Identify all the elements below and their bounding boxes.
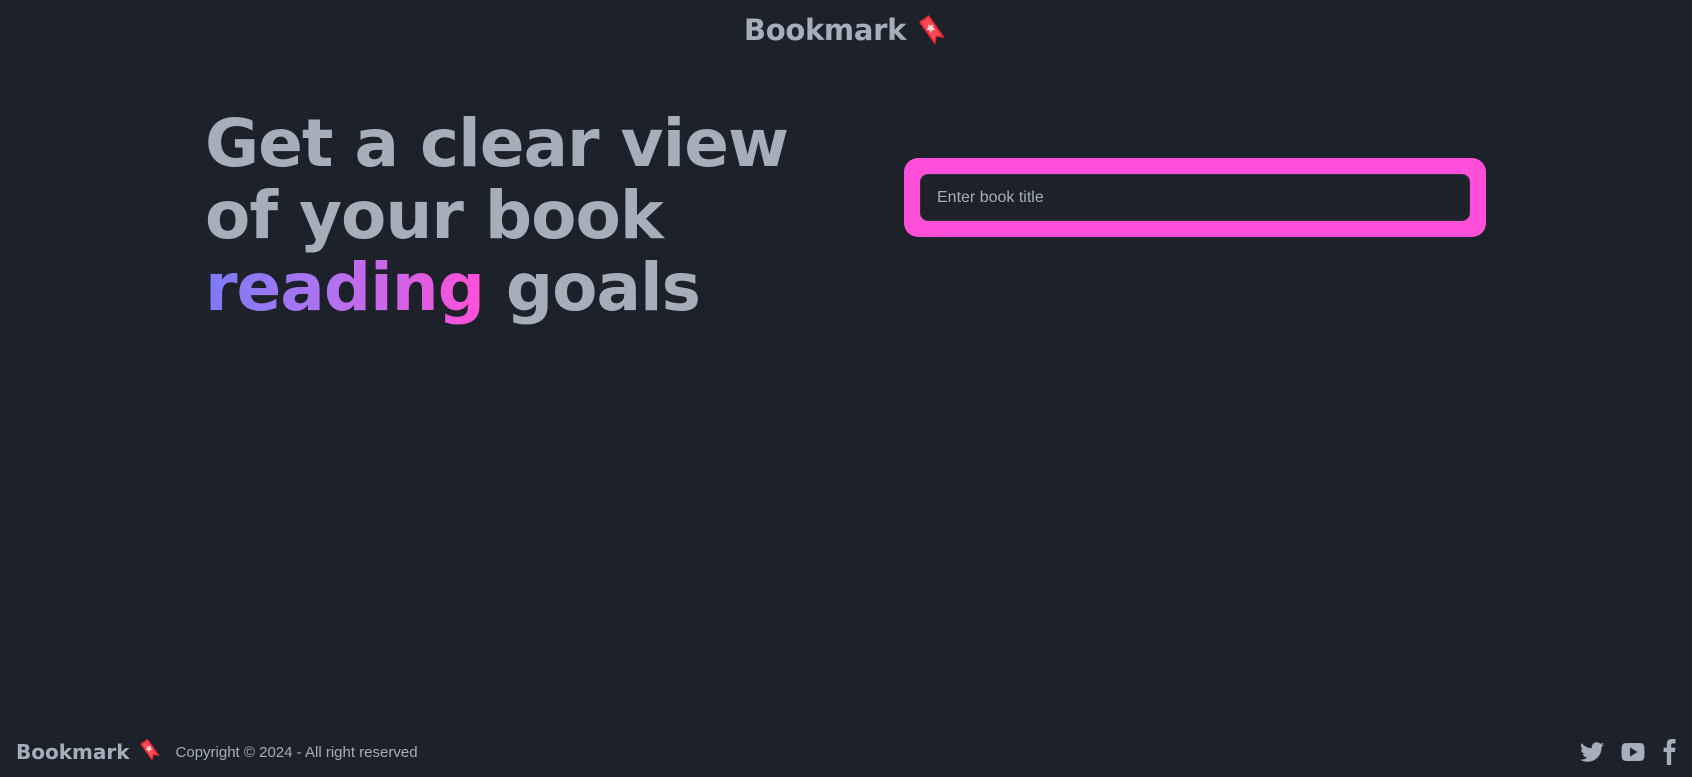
- facebook-link[interactable]: [1662, 739, 1676, 765]
- hero-title: Get a clear view of your book reading go…: [205, 108, 865, 324]
- footer-brand-link[interactable]: Bookmark: [16, 738, 162, 766]
- brand-name: Bookmark: [743, 13, 907, 47]
- hero-title-part2: goals: [483, 249, 701, 326]
- facebook-icon: [1662, 739, 1676, 765]
- footer: Bookmark Copyright © 2024 - All right re…: [0, 727, 1692, 777]
- hero: Get a clear view of your book reading go…: [205, 108, 865, 324]
- brand-link[interactable]: Bookmark: [744, 13, 948, 47]
- search-frame: [904, 158, 1486, 237]
- twitter-icon: [1580, 740, 1604, 764]
- page: Bookmark Get a clear view of your book r…: [0, 0, 1692, 777]
- youtube-icon: [1620, 740, 1646, 764]
- footer-brand-name: Bookmark: [16, 740, 130, 764]
- youtube-link[interactable]: [1620, 740, 1646, 764]
- footer-left: Bookmark Copyright © 2024 - All right re…: [16, 738, 418, 766]
- twitter-link[interactable]: [1580, 740, 1604, 764]
- header: Bookmark: [0, 8, 1692, 52]
- book-title-input[interactable]: [920, 174, 1470, 221]
- hero-title-accent: reading: [205, 249, 485, 326]
- copyright-text: Copyright © 2024 - All right reserved: [175, 743, 418, 761]
- hero-title-part1: Get a clear view of your book: [205, 105, 789, 254]
- social-links: [1580, 739, 1676, 765]
- bookmark-ribbon-icon: [138, 738, 162, 766]
- bookmark-ribbon-icon: [916, 14, 948, 46]
